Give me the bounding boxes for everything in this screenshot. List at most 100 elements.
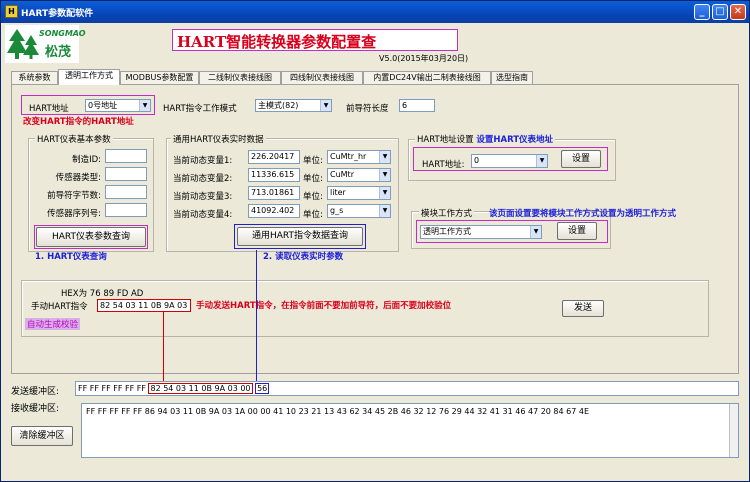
recv-buffer-label: 接收缓冲区: bbox=[11, 404, 60, 414]
maximize-button[interactable]: □ bbox=[712, 4, 728, 20]
chevron-down-icon: ▼ bbox=[379, 187, 390, 199]
dyn-var-4-value[interactable]: 41092.402 bbox=[248, 204, 300, 218]
recv-buffer-scrollbar[interactable] bbox=[729, 404, 738, 457]
dyn-var-1-label: 当前动态变量1: bbox=[173, 156, 233, 166]
chevron-down-icon: ▼ bbox=[379, 151, 390, 163]
title-bar[interactable]: H HART参数配软件 _ □ ✕ bbox=[1, 1, 749, 23]
chevron-down-icon: ▼ bbox=[320, 100, 331, 111]
dyn-var-3-unit-label: 单位: bbox=[303, 192, 323, 202]
module-mode-set-button[interactable]: 设置 bbox=[557, 222, 597, 240]
send-buffer-label: 发送缓冲区: bbox=[11, 387, 60, 397]
clear-buffer-button[interactable]: 清除缓冲区 bbox=[11, 426, 73, 446]
auto-checksum-checkbox[interactable]: 自动生成校验 bbox=[25, 318, 81, 330]
tab-selection-guide[interactable]: 选型指南 bbox=[491, 71, 533, 84]
module-mode-title: 模块工作方式 bbox=[419, 207, 475, 219]
tab-system-params[interactable]: 系统参数 bbox=[11, 71, 58, 84]
main-title: HART智能转换器参数配置查 bbox=[177, 33, 377, 51]
preamble-label: 前导符长度 bbox=[346, 104, 389, 114]
send-button[interactable]: 发送 bbox=[562, 300, 604, 317]
cmd-mode-label: HART指令工作模式 bbox=[163, 104, 237, 114]
app-icon: H bbox=[5, 5, 18, 18]
manual-cmd-input[interactable]: 82 54 03 11 0B 9A 03 00 bbox=[97, 299, 191, 312]
hex-label: HEX为 76 89 FD AD bbox=[61, 287, 143, 299]
dyn-var-1-unit-label: 单位: bbox=[303, 156, 323, 166]
hart-data-query-button[interactable]: 通用HART指令数据查询 bbox=[237, 227, 363, 246]
close-button[interactable]: ✕ bbox=[730, 4, 746, 20]
sensor-type-label: 传感器类型: bbox=[55, 173, 101, 183]
manufacturer-id-label: 制造ID: bbox=[72, 155, 101, 165]
company-logo: SONGMAO 松茂 bbox=[5, 25, 86, 63]
addr-setting-title-annotation: 设置HART仪表地址 bbox=[476, 135, 554, 145]
sensor-serial-label: 传感器序列号: bbox=[47, 209, 101, 219]
preamble-bytes-field[interactable] bbox=[105, 185, 147, 199]
dyn-var-2-unit-label: 单位: bbox=[303, 174, 323, 184]
sensor-type-field[interactable] bbox=[105, 167, 147, 181]
basic-params-title: HART仪表基本参数 bbox=[35, 133, 113, 145]
addr-setting-value: 0 bbox=[474, 156, 480, 165]
dyn-var-4-unit: g_s bbox=[330, 206, 344, 215]
dyn-var-2-value[interactable]: 11336.615 bbox=[248, 168, 300, 182]
tab-transparent-mode[interactable]: 透明工作方式 bbox=[58, 69, 120, 85]
dyn-var-2-label: 当前动态变量2: bbox=[173, 174, 233, 184]
addr-setting-title-text: HART地址设置 bbox=[417, 135, 474, 145]
module-mode-select[interactable]: 透明工作方式 ▼ bbox=[420, 225, 542, 239]
addr-setting-select[interactable]: 0 ▼ bbox=[471, 154, 548, 168]
version-text: V5.0(2015年03月20日) bbox=[379, 54, 469, 63]
logo-text: SONGMAO bbox=[39, 29, 86, 38]
realtime-query-annotation: 2. 读取仪表实时参数 bbox=[263, 252, 344, 262]
preamble-input[interactable]: 6 bbox=[399, 99, 435, 112]
tab-two-wire-diagram[interactable]: 二线制仪表接线图 bbox=[199, 71, 281, 84]
main-title-box: HART智能转换器参数配置查 bbox=[172, 29, 458, 51]
red-connector-line bbox=[163, 312, 164, 382]
logo-cn: 松茂 bbox=[45, 45, 72, 60]
module-mode-value: 透明工作方式 bbox=[423, 227, 471, 236]
chevron-down-icon: ▼ bbox=[379, 205, 390, 217]
dyn-var-3-value[interactable]: 713.01861 bbox=[248, 186, 300, 200]
hex-label-text: HEX为 bbox=[61, 289, 88, 299]
window-title: HART参数配软件 bbox=[21, 9, 94, 19]
addr-set-button[interactable]: 设置 bbox=[561, 150, 601, 168]
manual-cmd-label: 手动HART指令 bbox=[31, 302, 88, 312]
hex-value: 76 89 FD AD bbox=[89, 289, 144, 299]
send-buffer-checksum: 56 bbox=[255, 383, 270, 394]
tab-four-wire-diagram[interactable]: 四线制仪表接线图 bbox=[281, 71, 363, 84]
tab-modbus-config[interactable]: MODBUS参数配置 bbox=[120, 71, 199, 84]
sensor-serial-field[interactable] bbox=[105, 203, 147, 217]
addr-setting-label: HART地址: bbox=[422, 160, 465, 170]
dyn-var-4-label: 当前动态变量4: bbox=[173, 210, 233, 220]
hart-param-query-button[interactable]: HART仪表参数查询 bbox=[36, 227, 146, 247]
send-buffer-field[interactable]: FF FF FF FF FF FF 82 54 03 11 0B 9A 03 0… bbox=[75, 381, 739, 396]
dyn-var-2-unit-select[interactable]: CuMtr ▼ bbox=[327, 168, 391, 182]
recv-buffer-field[interactable]: FF FF FF FF FF 86 94 03 11 0B 9A 03 1A 0… bbox=[81, 403, 739, 458]
cmd-mode-select[interactable]: 主模式(82) ▼ bbox=[255, 99, 332, 112]
dyn-var-3-unit-select[interactable]: liter ▼ bbox=[327, 186, 391, 200]
chevron-down-icon: ▼ bbox=[530, 226, 541, 238]
cmd-mode-value: 主模式(82) bbox=[258, 101, 299, 110]
dyn-var-1-unit-select[interactable]: CuMtr_hr ▼ bbox=[327, 150, 391, 164]
preamble-bytes-label: 前导符字节数: bbox=[47, 191, 101, 201]
chevron-down-icon: ▼ bbox=[379, 169, 390, 181]
hart-address-annotation: 改变HART指令的HART地址 bbox=[23, 117, 134, 127]
hart-address-select[interactable]: 0号地址 ▼ bbox=[85, 99, 151, 112]
send-buffer-command: 82 54 03 11 0B 9A 03 00 bbox=[148, 383, 253, 394]
manufacturer-id-field[interactable] bbox=[105, 149, 147, 163]
dyn-var-4-unit-select[interactable]: g_s ▼ bbox=[327, 204, 391, 218]
hart-address-value: 0号地址 bbox=[88, 101, 118, 110]
app-window: H HART参数配软件 _ □ ✕ SONGMAO 松茂 HART智能转换器参数… bbox=[0, 0, 750, 482]
dyn-var-3-unit: liter bbox=[330, 188, 346, 197]
module-mode-annotation: 该页面设置要将模块工作方式设置为透明工作方式 bbox=[489, 209, 677, 219]
addr-setting-title: HART地址设置 设置HART仪表地址 bbox=[415, 133, 556, 145]
chevron-down-icon: ▼ bbox=[139, 100, 150, 111]
chevron-down-icon: ▼ bbox=[536, 155, 547, 167]
dyn-var-3-label: 当前动态变量3: bbox=[173, 192, 233, 202]
dyn-var-1-value[interactable]: 226.20417 bbox=[248, 150, 300, 164]
send-buffer-prefix: FF FF FF FF FF FF bbox=[78, 384, 146, 393]
minimize-button[interactable]: _ bbox=[694, 4, 710, 20]
manual-cmd-annotation: 手动发送HART指令，在指令前面不要加前导符，后面不要加校验位 bbox=[196, 301, 452, 311]
hart-address-label: HART地址 bbox=[29, 104, 69, 114]
dyn-var-1-unit: CuMtr_hr bbox=[330, 152, 367, 161]
blue-connector-line bbox=[256, 250, 257, 382]
tab-dc24v-diagram[interactable]: 内置DC24V输出二制表接线图 bbox=[363, 71, 491, 84]
param-query-annotation: 1. HART仪表查询 bbox=[35, 252, 107, 262]
realtime-data-title: 通用HART仪表实时数据 bbox=[171, 133, 266, 145]
